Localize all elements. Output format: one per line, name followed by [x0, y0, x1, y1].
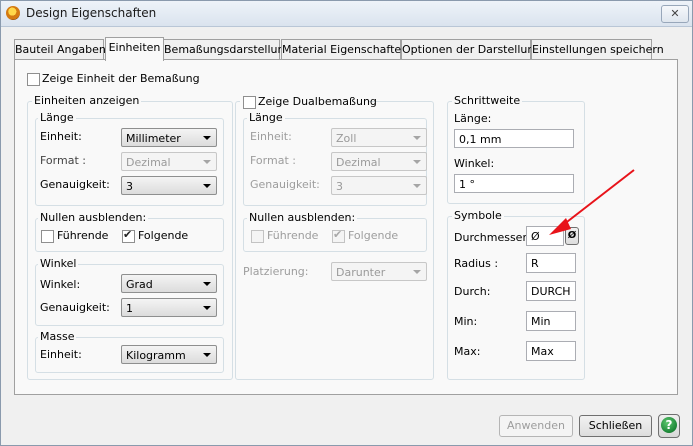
dialog-window: Design Eigenschaften ✕ Bauteil Angaben E…: [0, 0, 693, 446]
annotation-arrow-icon: [549, 169, 635, 235]
